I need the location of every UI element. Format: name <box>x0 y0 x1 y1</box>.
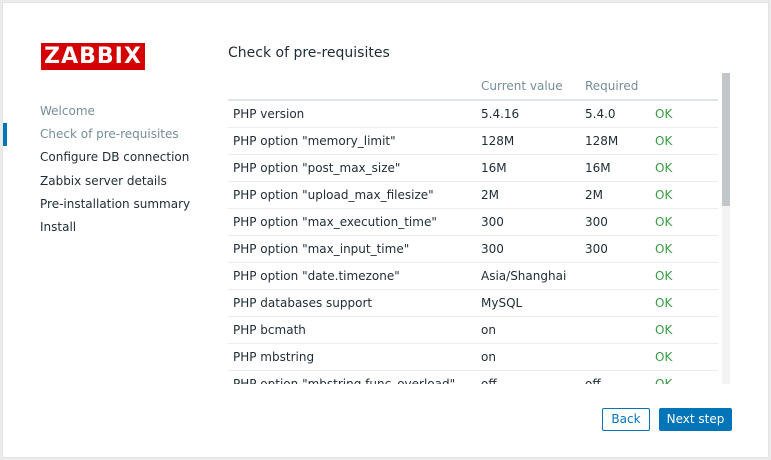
row-current: 300 <box>481 208 585 236</box>
row-current: 300 <box>481 235 585 263</box>
row-current: off <box>481 370 585 384</box>
row-status: OK <box>655 208 718 236</box>
row-name: PHP option "mbstring.func_overload" <box>228 370 481 384</box>
row-name: PHP option "upload_max_filesize" <box>228 181 481 209</box>
next-step-button[interactable]: Next step <box>659 408 732 431</box>
zabbix-logo: ZABBIX <box>41 43 145 70</box>
row-current: 5.4.16 <box>481 100 585 128</box>
row-status: OK <box>655 127 718 155</box>
nav-step-prerequisites: Check of pre-requisites <box>3 123 203 147</box>
row-required <box>585 262 655 290</box>
row-status: OK <box>655 289 718 317</box>
back-button[interactable]: Back <box>602 408 650 431</box>
row-current: on <box>481 316 585 344</box>
header-name <box>228 73 481 101</box>
row-status: OK <box>655 154 718 182</box>
row-required: off <box>585 370 655 384</box>
row-required: 5.4.0 <box>585 100 655 128</box>
row-required <box>585 343 655 371</box>
row-required: 128M <box>585 127 655 155</box>
table-row: PHP databases support MySQL OK <box>228 289 718 317</box>
row-current: 16M <box>481 154 585 182</box>
row-current: Asia/Shanghai <box>481 262 585 290</box>
table-row: PHP option "upload_max_filesize" 2M 2M O… <box>228 181 718 209</box>
row-status: OK <box>655 316 718 344</box>
row-name: PHP bcmath <box>228 316 481 344</box>
row-status: OK <box>655 181 718 209</box>
row-status: OK <box>655 262 718 290</box>
row-status: OK <box>655 343 718 371</box>
table-row: PHP option "memory_limit" 128M 128M OK <box>228 127 718 155</box>
scrollbar-thumb[interactable] <box>722 73 730 206</box>
table-row: PHP option "date.timezone" Asia/Shanghai… <box>228 262 718 290</box>
table-row: PHP option "max_input_time" 300 300 OK <box>228 235 718 263</box>
header-status <box>655 73 718 101</box>
row-current: 2M <box>481 181 585 209</box>
row-name: PHP mbstring <box>228 343 481 371</box>
row-name: PHP option "post_max_size" <box>228 154 481 182</box>
row-status: OK <box>655 235 718 263</box>
table-row: PHP mbstring on OK <box>228 343 718 371</box>
row-required <box>585 316 655 344</box>
nav-step-server-details: Zabbix server details <box>40 173 167 188</box>
prerequisites-table-scroll[interactable]: Current value Required PHP version 5.4.1… <box>228 73 720 384</box>
table-row: PHP version 5.4.16 5.4.0 OK <box>228 100 718 128</box>
setup-steps-nav: Welcome Check of pre-requisites Configur… <box>3 100 203 239</box>
row-current: on <box>481 343 585 371</box>
row-name: PHP option "date.timezone" <box>228 262 481 290</box>
row-name: PHP option "max_input_time" <box>228 235 481 263</box>
nav-step-db-connection: Configure DB connection <box>40 150 190 165</box>
row-required: 16M <box>585 154 655 182</box>
setup-frame: ZABBIX Welcome Check of pre-requisites C… <box>2 2 769 458</box>
row-status: OK <box>655 370 718 384</box>
row-required: 300 <box>585 208 655 236</box>
row-required: 2M <box>585 181 655 209</box>
header-current-value: Current value <box>481 73 585 101</box>
nav-step-welcome: Welcome <box>40 104 95 118</box>
row-current: 128M <box>481 127 585 155</box>
table-header-row: Current value Required <box>228 73 718 101</box>
nav-step-install: Install <box>40 219 77 234</box>
row-name: PHP option "max_execution_time" <box>228 208 481 236</box>
row-name: PHP databases support <box>228 289 481 317</box>
table-scrollbar[interactable] <box>722 73 730 384</box>
row-name: PHP version <box>228 100 481 128</box>
table-row: PHP bcmath on OK <box>228 316 718 344</box>
row-status: OK <box>655 100 718 128</box>
row-required <box>585 289 655 317</box>
table-row: PHP option "max_execution_time" 300 300 … <box>228 208 718 236</box>
row-name: PHP option "memory_limit" <box>228 127 481 155</box>
row-required: 300 <box>585 235 655 263</box>
page-title: Check of pre-requisites <box>228 45 390 61</box>
row-current: MySQL <box>481 289 585 317</box>
table-row: PHP option "post_max_size" 16M 16M OK <box>228 154 718 182</box>
prerequisites-table: Current value Required PHP version 5.4.1… <box>228 73 718 384</box>
nav-step-summary: Pre-installation summary <box>40 196 191 211</box>
header-required: Required <box>585 73 655 101</box>
table-row: PHP option "mbstring.func_overload" off … <box>228 370 718 384</box>
